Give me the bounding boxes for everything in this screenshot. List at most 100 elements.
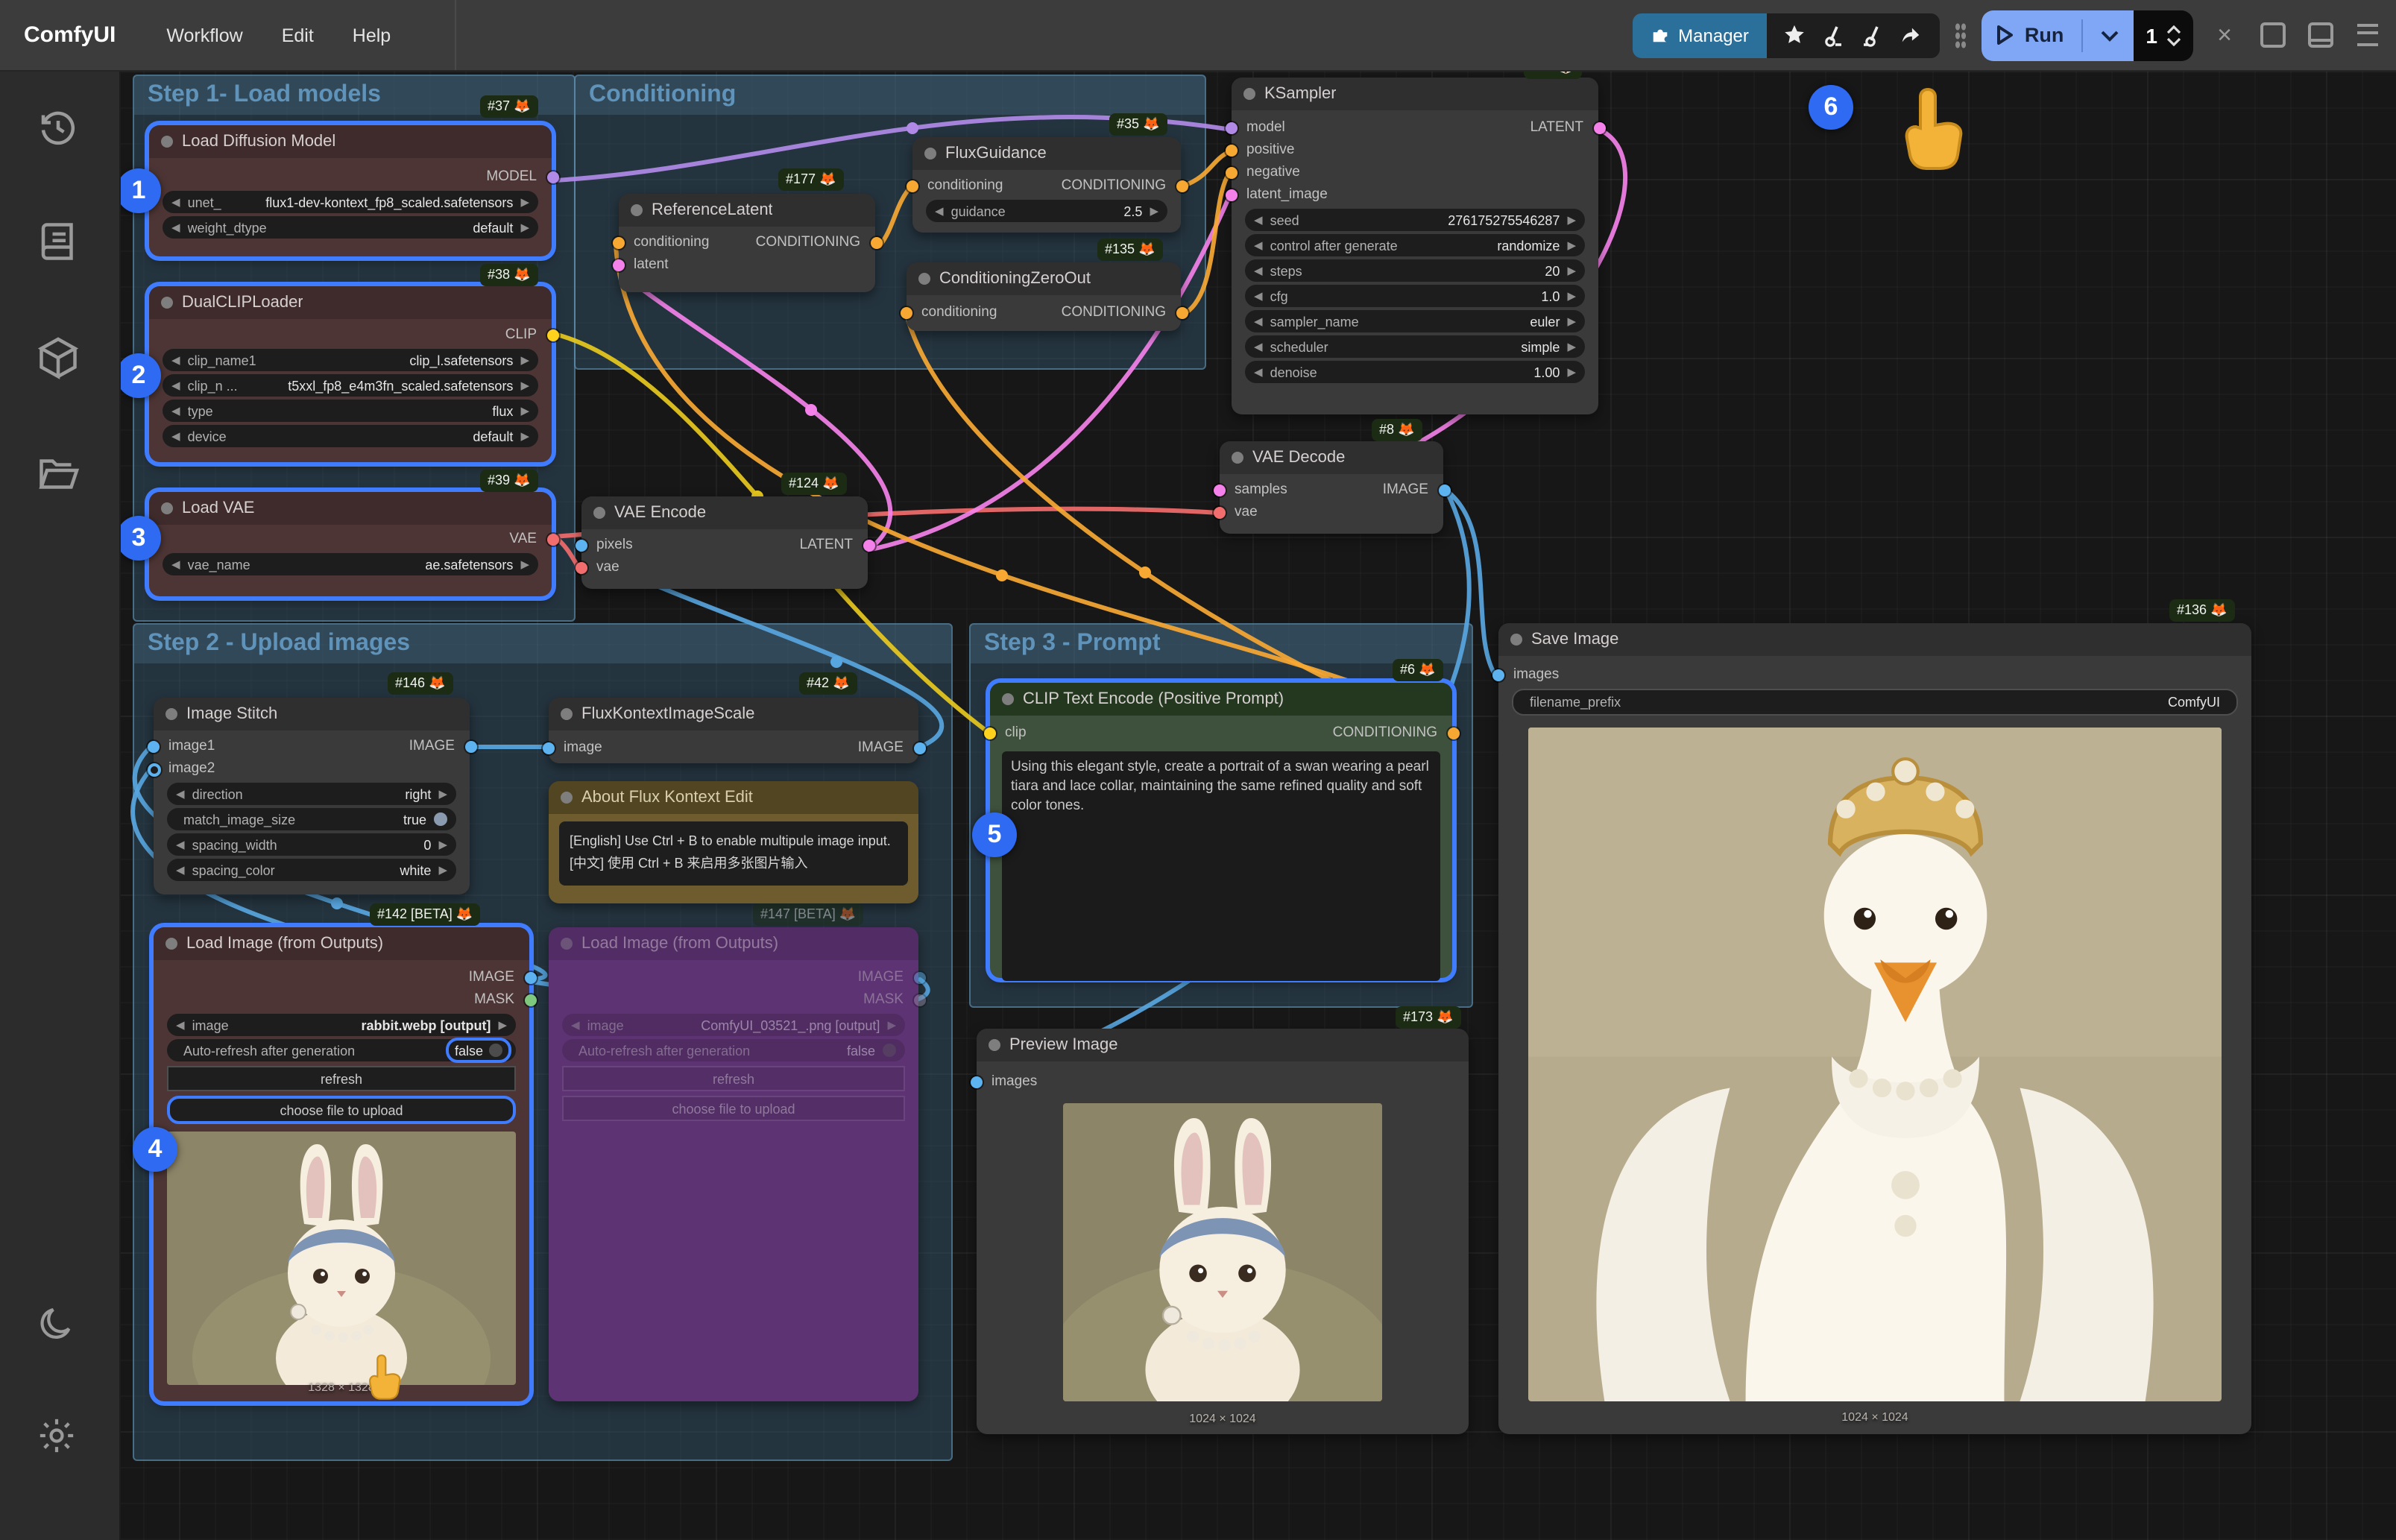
node-header[interactable]: DualCLIPLoader [149, 286, 552, 319]
node-header[interactable]: Load Diffusion Model [149, 125, 552, 158]
next-arrow-icon[interactable]: ▶ [1567, 264, 1576, 277]
widget-scheduler[interactable]: ◀schedulersimple▶ [1245, 335, 1585, 358]
toggle-knob[interactable] [883, 1044, 896, 1057]
output-slot-image[interactable] [913, 742, 925, 754]
input-slot-clip[interactable] [983, 727, 995, 739]
app-logo[interactable]: ComfyUI [24, 22, 116, 48]
input-slot-vae[interactable] [1213, 506, 1225, 518]
next-arrow-icon[interactable]: ▶ [438, 787, 447, 801]
output-slot-latent[interactable] [863, 539, 874, 551]
prev-arrow-icon[interactable]: ◀ [1254, 340, 1263, 353]
widget-direction[interactable]: ◀directionright▶ [167, 783, 456, 805]
input-slot-image2[interactable] [147, 763, 160, 776]
next-arrow-icon[interactable]: ▶ [498, 1018, 507, 1032]
input-slot-latent[interactable] [612, 259, 624, 271]
refresh-button[interactable]: refresh [562, 1066, 905, 1091]
prev-arrow-icon[interactable]: ◀ [171, 558, 180, 571]
node-load-image-outputs-2-bypassed[interactable]: Load Image (from Outputs) IMAGE MASK ◀im… [549, 927, 918, 1401]
next-arrow-icon[interactable]: ▶ [520, 195, 529, 209]
prev-arrow-icon[interactable]: ◀ [171, 221, 180, 234]
prev-arrow-icon[interactable]: ◀ [171, 429, 180, 443]
input-slot-conditioning[interactable] [900, 306, 912, 318]
input-slot-negative[interactable] [1225, 166, 1237, 178]
widget-clip-name1[interactable]: ◀clip_name1clip_l.safetensors▶ [163, 349, 538, 371]
output-slot-conditioning[interactable] [1447, 727, 1459, 739]
node-load-diffusion-model[interactable]: Load Diffusion Model MODEL ◀unet_flux1-d… [149, 125, 552, 256]
next-arrow-icon[interactable]: ▶ [520, 404, 529, 417]
choose-file-button[interactable]: choose file to upload [167, 1096, 516, 1124]
widget-image-file[interactable]: ◀imagerabbit.webp [output]▶ [167, 1014, 516, 1036]
collapse-dot-icon[interactable] [561, 792, 573, 804]
input-slot-model[interactable] [1225, 122, 1237, 133]
favorite-star-icon[interactable] [1779, 19, 1812, 51]
widget-spacing-color[interactable]: ◀spacing_colorwhite▶ [167, 859, 456, 881]
node-header[interactable]: ReferenceLatent [619, 194, 875, 227]
widget-spacing-width[interactable]: ◀spacing_width0▶ [167, 833, 456, 856]
node-vae-encode[interactable]: VAE Encode pixelsLATENT vae [581, 496, 868, 589]
widget-image-file[interactable]: ◀imageComfyUI_03521_.png [output]▶ [562, 1014, 905, 1036]
workflows-folder-icon[interactable] [36, 452, 83, 499]
prev-arrow-icon[interactable]: ◀ [1254, 239, 1263, 252]
node-dualcliploader[interactable]: DualCLIPLoader CLIP ◀clip_name1clip_l.sa… [149, 286, 552, 462]
close-icon[interactable]: × [2208, 19, 2241, 51]
collapse-dot-icon[interactable] [161, 297, 173, 309]
node-header[interactable]: VAE Encode [581, 496, 868, 529]
node-header[interactable]: About Flux Kontext Edit [549, 781, 918, 814]
node-header[interactable]: ConditioningZeroOut [907, 262, 1181, 295]
node-header[interactable]: Load Image (from Outputs) [154, 927, 529, 960]
prev-arrow-icon[interactable]: ◀ [171, 353, 180, 367]
collapse-dot-icon[interactable] [561, 708, 573, 720]
next-arrow-icon[interactable]: ▶ [1150, 204, 1158, 218]
node-flux-kontext-image-scale[interactable]: FluxKontextImageScale imageIMAGE [549, 698, 918, 763]
theme-moon-icon[interactable] [36, 1304, 83, 1352]
input-slot-samples[interactable] [1213, 484, 1225, 496]
collapse-dot-icon[interactable] [593, 507, 605, 519]
widget-cfg[interactable]: ◀cfg1.0▶ [1245, 285, 1585, 307]
widget-auto-refresh[interactable]: Auto-refresh after generationfalse [167, 1039, 516, 1061]
next-arrow-icon[interactable]: ▶ [520, 558, 529, 571]
menu-help[interactable]: Help [353, 25, 391, 45]
node-header[interactable]: Preview Image [977, 1029, 1469, 1061]
collapse-dot-icon[interactable] [989, 1039, 1000, 1051]
prev-arrow-icon[interactable]: ◀ [1254, 289, 1263, 303]
node-reference-latent[interactable]: ReferenceLatent conditioningCONDITIONING… [619, 194, 875, 292]
node-clip-text-encode-positive[interactable]: CLIP Text Encode (Positive Prompt) clipC… [990, 683, 1452, 978]
collapse-dot-icon[interactable] [1510, 634, 1522, 646]
prev-arrow-icon[interactable]: ◀ [176, 787, 185, 801]
node-preview-image[interactable]: Preview Image images 1024 × 1024 [977, 1029, 1469, 1434]
prev-arrow-icon[interactable]: ◀ [1254, 315, 1263, 328]
output-slot-mask[interactable] [524, 994, 536, 1006]
vacuum-icon-1[interactable] [1818, 19, 1850, 51]
widget-seed[interactable]: ◀seed276175275546287▶ [1245, 209, 1585, 231]
next-arrow-icon[interactable]: ▶ [1567, 239, 1576, 252]
node-save-image[interactable]: Save Image images filename_prefixComfyUI… [1498, 623, 2251, 1434]
collapse-dot-icon[interactable] [165, 938, 177, 950]
widget-unet-name[interactable]: ◀unet_flux1-dev-kontext_fp8_scaled.safet… [163, 191, 538, 213]
node-header[interactable]: Load Image (from Outputs) [549, 927, 918, 960]
stepper-down-icon[interactable] [2166, 37, 2181, 45]
node-header[interactable]: Image Stitch [154, 698, 470, 730]
prev-arrow-icon[interactable]: ◀ [1254, 365, 1263, 379]
node-header[interactable]: Load VAE [149, 492, 552, 525]
input-slot-positive[interactable] [1225, 144, 1237, 156]
node-header[interactable]: KSampler [1232, 78, 1598, 110]
node-header[interactable]: FluxKontextImageScale [549, 698, 918, 730]
widget-weight-dtype[interactable]: ◀weight_dtypedefault▶ [163, 216, 538, 239]
output-slot-model[interactable] [546, 171, 558, 183]
prev-arrow-icon[interactable]: ◀ [176, 863, 185, 877]
run-button[interactable]: Run [1982, 10, 2134, 60]
split-panel-icon[interactable] [2304, 19, 2336, 51]
node-ksampler[interactable]: KSampler modelLATENT positive negative l… [1232, 78, 1598, 414]
prev-arrow-icon[interactable]: ◀ [1254, 264, 1263, 277]
next-arrow-icon[interactable]: ▶ [520, 379, 529, 392]
node-load-image-outputs-1[interactable]: Load Image (from Outputs) IMAGE MASK ◀im… [154, 927, 529, 1401]
next-arrow-icon[interactable]: ▶ [520, 221, 529, 234]
input-slot-image1[interactable] [147, 740, 159, 752]
input-slot-image[interactable] [542, 742, 554, 754]
next-arrow-icon[interactable]: ▶ [1567, 365, 1576, 379]
node-flux-guidance[interactable]: FluxGuidance conditioningCONDITIONING ◀g… [912, 137, 1181, 233]
output-slot-image[interactable] [1438, 484, 1450, 496]
node-library-icon[interactable] [36, 219, 83, 267]
widget-denoise[interactable]: ◀denoise1.00▶ [1245, 361, 1585, 383]
widget-type[interactable]: ◀typeflux▶ [163, 400, 538, 422]
